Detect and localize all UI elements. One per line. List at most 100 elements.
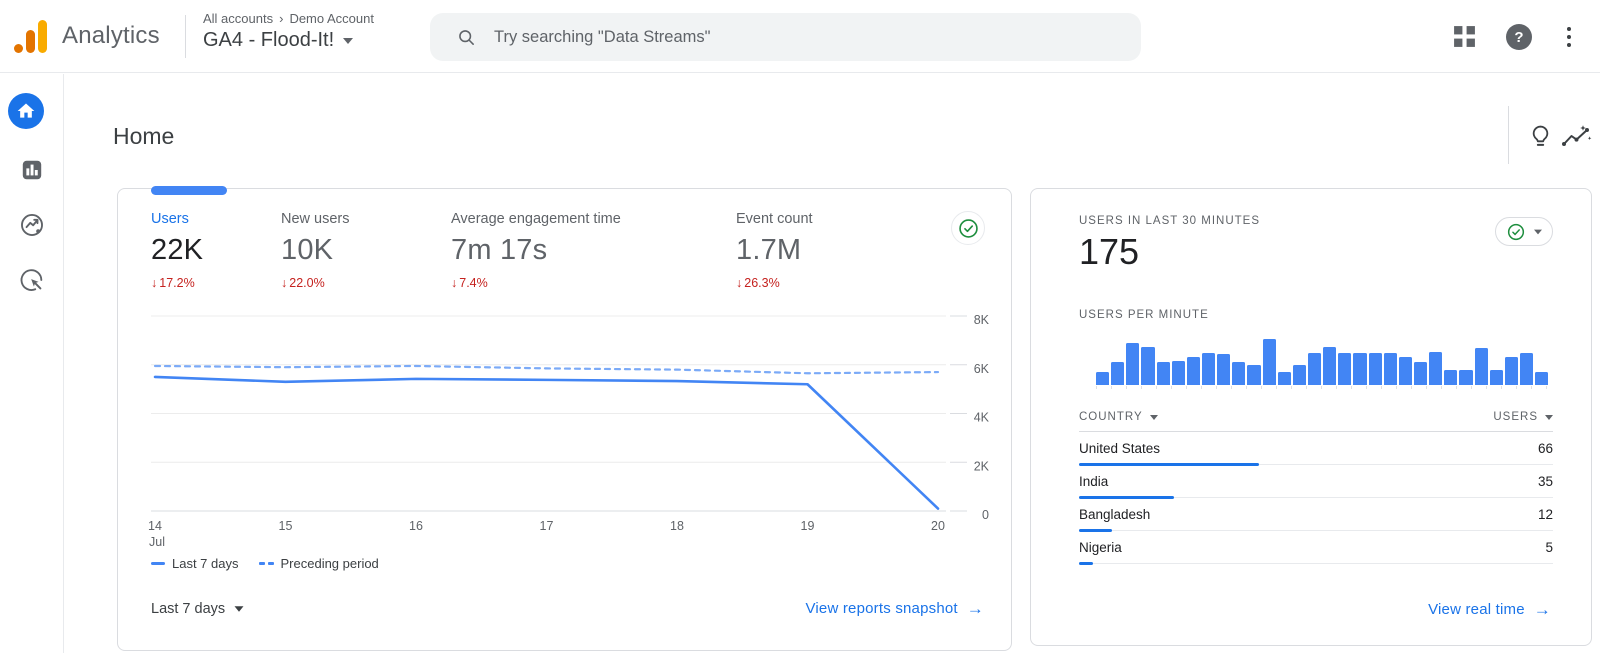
breadcrumb-account[interactable]: Demo Account: [289, 11, 374, 26]
svg-text:6K: 6K: [974, 362, 990, 376]
header-divider: [1508, 106, 1509, 164]
nav-home[interactable]: [8, 93, 44, 129]
metric-tab[interactable]: Users 22K ↓ 17.2%: [151, 211, 281, 290]
summary-card: Users 22K ↓ 17.2% New users 10K ↓ 22.0% …: [117, 188, 1012, 651]
metric-change-percent: 22.0%: [289, 276, 324, 290]
date-range-selector[interactable]: Last 7 days: [151, 601, 244, 617]
insights-lightbulb-icon[interactable]: [1527, 122, 1554, 150]
minute-bar: [1172, 361, 1185, 385]
logo-dot: [14, 44, 23, 53]
minute-bar: [1323, 347, 1336, 385]
arrow-right-icon: →: [1534, 601, 1551, 618]
link-label: View real time: [1428, 601, 1525, 618]
check-circle-icon: [957, 217, 980, 240]
trending-sparkle-icon[interactable]: [1561, 124, 1592, 149]
svg-text:0: 0: [982, 508, 989, 522]
search-icon: [456, 27, 477, 48]
legend-label: Last 7 days: [172, 556, 239, 571]
minute-axis-ticks: [1096, 386, 1548, 389]
breadcrumb: All accounts › Demo Account: [203, 11, 374, 26]
minute-bar: [1247, 365, 1260, 385]
view-reports-snapshot-link[interactable]: View reports snapshot →: [805, 600, 984, 617]
realtime-title: USERS IN LAST 30 MINUTES: [1079, 215, 1260, 227]
chevron-down-icon: [343, 38, 353, 44]
metric-label: Average engagement time: [451, 211, 736, 227]
users-per-minute-title: USERS PER MINUTE: [1079, 309, 1209, 321]
nav-advertising[interactable]: [14, 262, 50, 298]
advertising-icon: [18, 266, 46, 294]
minute-bar: [1505, 357, 1518, 385]
topbar-divider: [185, 15, 186, 58]
property-selector[interactable]: GA4 - Flood-It!: [203, 29, 374, 52]
down-arrow-icon: ↓: [451, 276, 457, 290]
metric-change-percent: 17.2%: [159, 276, 194, 290]
metric-value: 1.7M: [736, 234, 936, 267]
help-icon[interactable]: ?: [1506, 24, 1532, 50]
property-name: GA4 - Flood-It!: [203, 29, 334, 52]
svg-text:Jul: Jul: [149, 535, 165, 549]
legend-label: Preceding period: [281, 556, 379, 571]
minute-bar: [1217, 354, 1230, 385]
users-last-30-min-value: 175: [1079, 231, 1139, 273]
down-arrow-icon: ↓: [281, 276, 287, 290]
minute-bar: [1520, 353, 1533, 385]
svg-text:18: 18: [670, 519, 684, 533]
metric-tab[interactable]: Event count 1.7M ↓ 26.3%: [736, 211, 936, 290]
arrow-right-icon: →: [967, 600, 984, 617]
chevron-right-icon: ›: [279, 11, 283, 26]
home-icon: [16, 101, 36, 121]
svg-text:15: 15: [279, 519, 293, 533]
minute-bar: [1414, 362, 1427, 385]
country-data-bar: [1079, 562, 1093, 566]
users-column-sort[interactable]: USERS: [1493, 411, 1553, 423]
help-glyph: ?: [1514, 29, 1523, 46]
country-row: Bangladesh 12: [1079, 498, 1553, 531]
legend-last-7-days: Last 7 days: [151, 556, 239, 571]
realtime-status-dropdown[interactable]: [1495, 217, 1553, 246]
metric-tab[interactable]: New users 10K ↓ 22.0%: [281, 211, 451, 290]
country-table: COUNTRY USERS United States 66 India 35 …: [1079, 403, 1553, 564]
minute-bar: [1263, 339, 1276, 385]
metrics-row: Users 22K ↓ 17.2% New users 10K ↓ 22.0% …: [151, 211, 936, 290]
minute-bar: [1293, 365, 1306, 385]
metric-tab[interactable]: Average engagement time 7m 17s ↓ 7.4%: [451, 211, 736, 290]
solid-line-swatch-icon: [151, 562, 165, 566]
grid-apps-icon[interactable]: [1452, 24, 1477, 49]
minute-bar: [1141, 347, 1154, 385]
nav-explore[interactable]: [14, 207, 50, 243]
breadcrumb-all-accounts[interactable]: All accounts: [203, 11, 273, 26]
minute-bar: [1338, 353, 1351, 385]
minute-bar: [1444, 370, 1457, 385]
country-name: United States: [1079, 441, 1160, 456]
page-title: Home: [113, 123, 174, 150]
account-switcher[interactable]: All accounts › Demo Account GA4 - Flood-…: [203, 11, 374, 52]
link-label: View reports snapshot: [805, 600, 957, 617]
country-name: Bangladesh: [1079, 507, 1150, 522]
minute-bar: [1157, 362, 1170, 385]
chevron-down-icon: [235, 606, 244, 611]
nav-reports[interactable]: [14, 152, 50, 188]
country-users-value: 12: [1538, 507, 1553, 522]
svg-text:20: 20: [931, 519, 945, 533]
minute-bar: [1126, 343, 1139, 385]
analytics-logo-icon[interactable]: [14, 20, 50, 54]
search-input[interactable]: [494, 28, 1074, 47]
explore-icon: [18, 211, 46, 239]
metric-change: ↓ 22.0%: [281, 276, 451, 290]
minute-bar: [1096, 372, 1109, 385]
metric-value: 22K: [151, 234, 281, 267]
carousel-tab-indicator[interactable]: [151, 186, 227, 195]
overflow-menu-icon[interactable]: [1560, 25, 1578, 49]
metric-label: Users: [151, 211, 281, 227]
country-column-sort[interactable]: COUNTRY: [1079, 411, 1158, 423]
metric-status-button[interactable]: [951, 211, 985, 245]
metric-label: New users: [281, 211, 451, 227]
view-real-time-link[interactable]: View real time →: [1428, 601, 1551, 618]
chevron-down-icon: [1534, 229, 1542, 234]
legend-preceding-period: Preceding period: [259, 556, 379, 571]
logo-bar-tall: [38, 20, 47, 53]
minute-bar: [1535, 372, 1548, 385]
minute-bar: [1187, 357, 1200, 385]
search-bar[interactable]: [430, 13, 1141, 61]
svg-text:4K: 4K: [974, 411, 990, 425]
